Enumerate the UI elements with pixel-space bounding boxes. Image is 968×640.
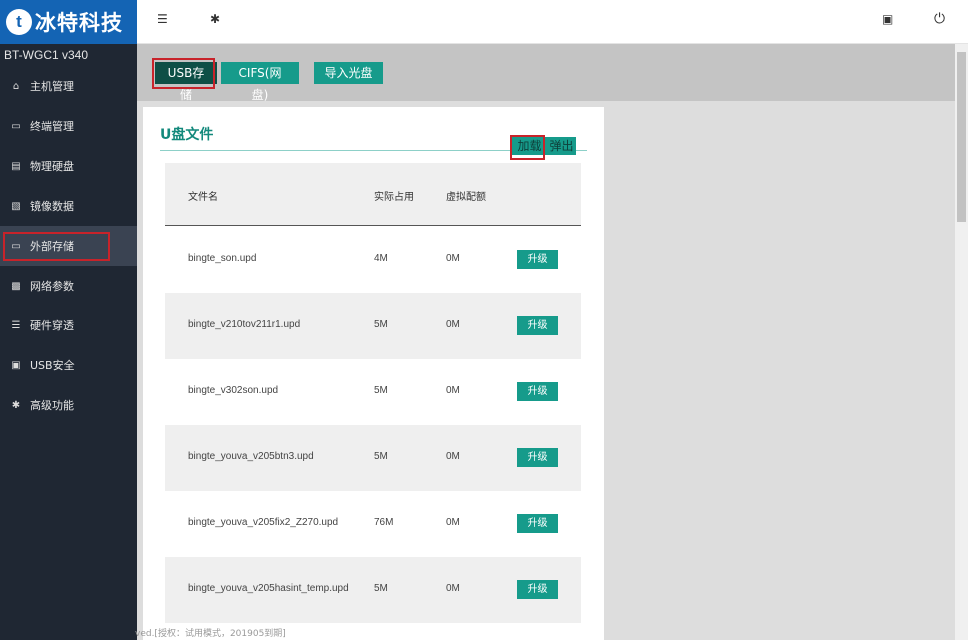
sidebar-item-label: 终端管理 bbox=[30, 120, 74, 133]
lock-icon[interactable]: ▣ bbox=[882, 12, 893, 26]
upgrade-button[interactable]: 升级 bbox=[517, 448, 558, 467]
table-row: bingte_v302son.upd 5M 0M 升级 bbox=[165, 359, 581, 425]
hdd-icon: ▤ bbox=[11, 160, 21, 172]
file-name: bingte_youva_v205btn3.upd bbox=[188, 451, 314, 462]
power-icon[interactable]: ⏻ bbox=[934, 11, 945, 27]
cifs-button[interactable]: CIFS(网盘) bbox=[221, 62, 299, 102]
import-disc-button[interactable]: 导入光盘 bbox=[314, 62, 383, 84]
scrollbar-thumb[interactable] bbox=[957, 52, 966, 222]
active-item-highlight bbox=[3, 232, 110, 261]
sidebar-item-image[interactable]: ▧ 镜像数据 bbox=[0, 186, 137, 226]
virtual-quota: 0M bbox=[446, 517, 460, 528]
lock-icon: ▣ bbox=[11, 359, 21, 371]
sidebar-item-label: 镜像数据 bbox=[30, 200, 74, 213]
column-header-filename: 文件名 bbox=[188, 192, 218, 203]
virtual-quota: 0M bbox=[446, 253, 460, 264]
gear-icon: ✱ bbox=[11, 399, 21, 411]
logo-icon: t bbox=[6, 9, 32, 35]
sidebar: t 冰特科技 BT-WGC1 v340 ⌂ 主机管理 ▭ 终端管理 ▤ 物理硬盘… bbox=[0, 0, 137, 640]
load-button-highlight bbox=[510, 135, 545, 160]
sidebar-item-label: USB安全 bbox=[30, 359, 75, 372]
sidebar-item-disk[interactable]: ▤ 物理硬盘 bbox=[0, 146, 137, 186]
gear-icon[interactable]: ✱ bbox=[210, 12, 220, 26]
sidebar-item-label: 高级功能 bbox=[30, 399, 74, 412]
table-row: bingte_v210tov211r1.upd 5M 0M 升级 bbox=[165, 293, 581, 359]
sidebar-item-advanced[interactable]: ✱ 高级功能 bbox=[0, 385, 137, 425]
database-icon: ▧ bbox=[11, 200, 21, 212]
page-scrollbar[interactable] bbox=[955, 44, 968, 640]
sidebar-item-terminal[interactable]: ▭ 终端管理 bbox=[0, 106, 137, 146]
actual-size: 4M bbox=[374, 253, 388, 264]
top-bar: ☰ ✱ ▣ ⏻ bbox=[137, 0, 968, 44]
version-label: BT-WGC1 v340 bbox=[4, 48, 89, 62]
sidebar-item-label: 物理硬盘 bbox=[30, 160, 74, 173]
sidebar-item-label: 硬件穿透 bbox=[30, 319, 74, 332]
table-row: bingte_youva_v205btn3.upd 5M 0M 升级 bbox=[165, 425, 581, 491]
table-header: 文件名 实际占用 虚拟配额 bbox=[165, 163, 581, 226]
table-row: bingte_son.upd 4M 0M 升级 bbox=[165, 227, 581, 293]
upgrade-button[interactable]: 升级 bbox=[517, 316, 558, 335]
actual-size: 5M bbox=[374, 451, 388, 462]
list-icon[interactable]: ☰ bbox=[157, 12, 168, 26]
home-icon: ⌂ bbox=[12, 80, 20, 92]
sidebar-item-label: 网络参数 bbox=[30, 280, 74, 293]
sidebar-item-label: 主机管理 bbox=[30, 80, 74, 93]
brand-name: 冰特科技 bbox=[35, 11, 123, 35]
storage-toolbar: USB存储 CIFS(网盘) 导入光盘 bbox=[137, 44, 955, 102]
upgrade-button[interactable]: 升级 bbox=[517, 250, 558, 269]
sidebar-item-usb-security[interactable]: ▣ USB安全 bbox=[0, 345, 137, 385]
upgrade-button[interactable]: 升级 bbox=[517, 514, 558, 533]
file-name: bingte_youva_v205fix2_Z270.upd bbox=[188, 517, 339, 528]
sidebar-item-network[interactable]: ▩ 网络参数 bbox=[0, 266, 137, 306]
license-footer: ved.[授权：试用模式，201905到期] bbox=[135, 629, 286, 639]
virtual-quota: 0M bbox=[446, 451, 460, 462]
upgrade-button[interactable]: 升级 bbox=[517, 580, 558, 599]
file-name: bingte_v210tov211r1.upd bbox=[188, 319, 301, 330]
actual-size: 5M bbox=[374, 583, 388, 594]
file-name: bingte_youva_v205hasint_temp.upd bbox=[188, 583, 349, 594]
brand-logo[interactable]: t 冰特科技 bbox=[0, 0, 137, 44]
column-header-actual: 实际占用 bbox=[374, 192, 414, 203]
sidebar-item-host[interactable]: ⌂ 主机管理 bbox=[0, 66, 137, 106]
eject-button[interactable]: 弹出 bbox=[547, 137, 576, 155]
sidebar-item-passthrough[interactable]: ☰ 硬件穿透 bbox=[0, 305, 137, 345]
network-icon: ▩ bbox=[11, 280, 21, 292]
actual-size: 5M bbox=[374, 385, 388, 396]
virtual-quota: 0M bbox=[446, 385, 460, 396]
upgrade-button[interactable]: 升级 bbox=[517, 382, 558, 401]
usb-files-panel: U盘文件 加载 弹出 文件名 实际占用 虚拟配额 bingte_son.upd … bbox=[143, 107, 604, 640]
column-header-virtual: 虚拟配额 bbox=[446, 192, 486, 203]
list-icon: ☰ bbox=[11, 319, 21, 331]
virtual-quota: 0M bbox=[446, 319, 460, 330]
file-name: bingte_v302son.upd bbox=[188, 385, 279, 396]
virtual-quota: 0M bbox=[446, 583, 460, 594]
table-row: bingte_youva_v205fix2_Z270.upd 76M 0M 升级 bbox=[165, 491, 581, 557]
actual-size: 76M bbox=[374, 517, 394, 528]
table-row: bingte_youva_v205hasint_temp.upd 5M 0M 升… bbox=[165, 557, 581, 623]
monitor-icon: ▭ bbox=[11, 120, 21, 132]
usb-button-highlight bbox=[152, 58, 215, 89]
actual-size: 5M bbox=[374, 319, 388, 330]
file-name: bingte_son.upd bbox=[188, 253, 257, 264]
panel-title: U盘文件 bbox=[160, 127, 214, 143]
